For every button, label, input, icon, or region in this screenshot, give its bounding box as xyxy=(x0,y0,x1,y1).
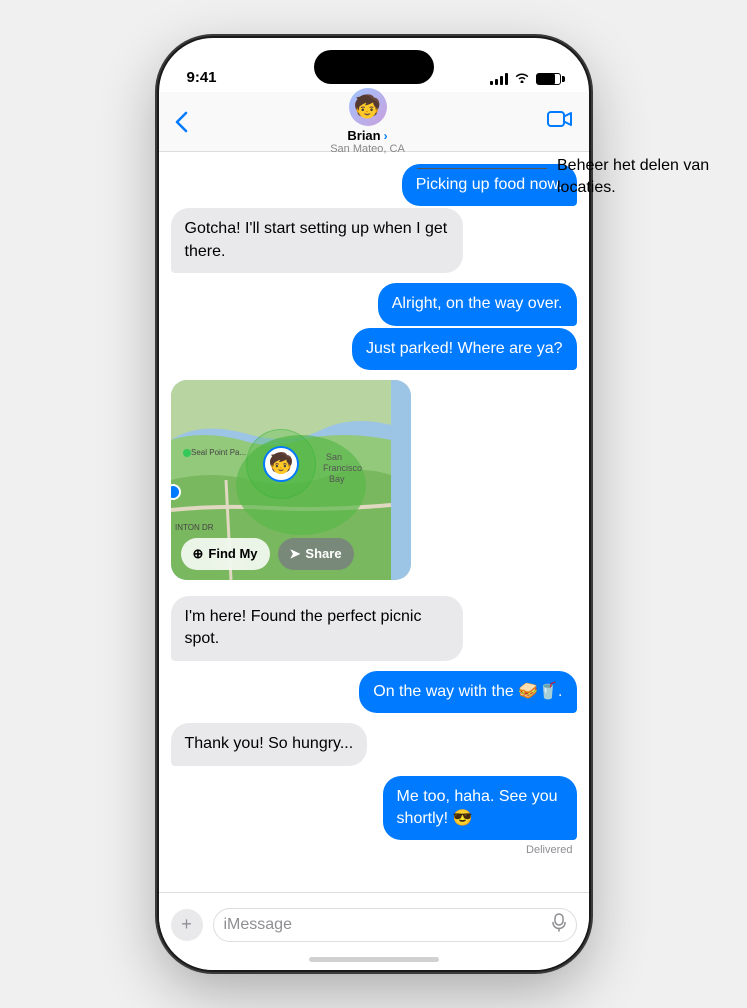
message-bubble[interactable]: Me too, haha. See you shortly! 😎 xyxy=(383,776,577,841)
message-row: I'm here! Found the perfect picnic spot. xyxy=(171,596,577,661)
find-my-icon: ⊕ xyxy=(193,546,204,562)
annotation-label: Beheer het delen van locaties. xyxy=(557,157,709,196)
map-preview[interactable]: San Francisco Bay Seal Point Pa... INTON… xyxy=(171,380,411,580)
annotation-text: Beheer het delen van locaties. xyxy=(557,155,737,200)
plus-icon: + xyxy=(181,914,192,935)
message-text: Me too, haha. See you shortly! 😎 xyxy=(397,788,558,827)
dynamic-island xyxy=(314,50,434,84)
microphone-icon[interactable] xyxy=(552,913,566,937)
message-text: Gotcha! I'll start setting up when I get… xyxy=(185,220,448,259)
share-label: Share xyxy=(305,546,341,561)
message-text: Alright, on the way over. xyxy=(392,295,563,312)
message-bubble[interactable]: Picking up food now. xyxy=(402,164,577,206)
map-message-row: San Francisco Bay Seal Point Pa... INTON… xyxy=(171,380,577,586)
message-bubble[interactable]: Gotcha! I'll start setting up when I get… xyxy=(171,208,463,273)
nav-bar: 🧒 Brian › San Mateo, CA xyxy=(159,92,589,152)
contact-chevron-icon: › xyxy=(384,129,388,143)
contact-name: Brian xyxy=(347,128,380,143)
home-indicator xyxy=(309,957,439,962)
wifi-icon xyxy=(514,71,530,86)
contact-header[interactable]: 🧒 Brian › San Mateo, CA xyxy=(330,88,405,155)
message-row: On the way with the 🥪🥤. xyxy=(171,671,577,713)
map-buttons: ⊕ Find My ➤ Share xyxy=(181,538,354,570)
message-bubble[interactable]: Thank you! So hungry... xyxy=(171,723,368,765)
message-text: I'm here! Found the perfect picnic spot. xyxy=(185,608,422,647)
message-bubble[interactable]: Alright, on the way over. xyxy=(378,283,577,325)
share-location-button[interactable]: ➤ Share xyxy=(278,538,354,570)
message-row: Me too, haha. See you shortly! 😎 xyxy=(307,776,576,841)
message-text: Picking up food now. xyxy=(416,176,563,193)
message-bubble[interactable]: Just parked! Where are ya? xyxy=(352,328,577,370)
message-row: Thank you! So hungry... xyxy=(171,723,577,765)
avatar: 🧒 xyxy=(349,88,387,126)
find-my-label: Find My xyxy=(208,546,257,561)
video-call-button[interactable] xyxy=(547,110,573,134)
avatar-memoji: 🧒 xyxy=(349,88,387,126)
phone-frame: 9:41 🧒 Brian xyxy=(159,38,589,970)
input-placeholder: iMessage xyxy=(224,916,292,934)
contact-location: San Mateo, CA xyxy=(330,143,405,155)
message-text: Thank you! So hungry... xyxy=(185,735,354,752)
back-button[interactable] xyxy=(175,111,189,133)
add-attachment-button[interactable]: + xyxy=(171,909,203,941)
message-input-field[interactable]: iMessage xyxy=(213,908,577,942)
status-icons xyxy=(490,71,561,86)
annotation-line xyxy=(417,168,547,169)
status-time: 9:41 xyxy=(187,69,217,86)
delivered-status: Delivered xyxy=(526,844,572,856)
message-row: Alright, on the way over. xyxy=(171,283,577,325)
message-row: Gotcha! I'll start setting up when I get… xyxy=(171,208,577,273)
message-bubble[interactable]: On the way with the 🥪🥤. xyxy=(359,671,576,713)
message-row: Picking up food now. xyxy=(171,164,577,206)
signal-bars-icon xyxy=(490,73,508,85)
battery-icon xyxy=(536,73,561,85)
message-bubble[interactable]: I'm here! Found the perfect picnic spot. xyxy=(171,596,463,661)
contact-name-row: Brian › xyxy=(347,128,387,143)
message-text: On the way with the 🥪🥤. xyxy=(373,683,562,700)
messages-area: Picking up food now. Gotcha! I'll start … xyxy=(159,152,589,892)
last-message-group: Me too, haha. See you shortly! 😎 Deliver… xyxy=(171,776,577,857)
message-row: Just parked! Where are ya? xyxy=(171,328,577,370)
message-text: Just parked! Where are ya? xyxy=(366,340,563,357)
find-my-button[interactable]: ⊕ Find My xyxy=(181,538,270,570)
share-icon: ➤ xyxy=(290,546,301,562)
